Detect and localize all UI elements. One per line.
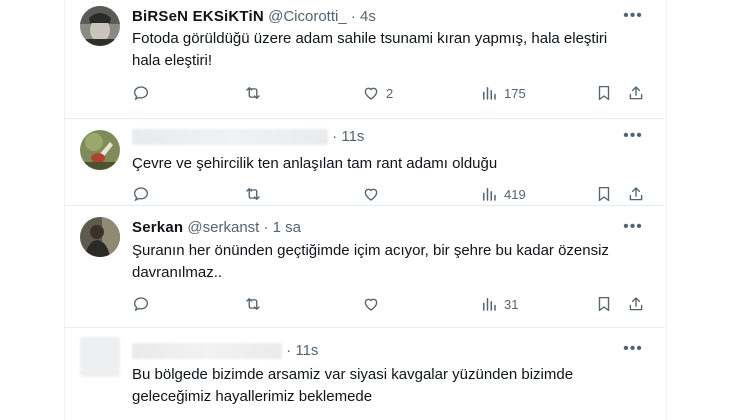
timestamp[interactable]: 11s	[295, 342, 318, 359]
view-count: 419	[504, 186, 526, 202]
views-icon	[483, 188, 496, 201]
like-icon	[364, 188, 378, 201]
reply-icon	[133, 297, 149, 312]
like-button[interactable]	[362, 294, 380, 314]
tweet-text: Çevre ve şehircilik ten anlaşılan tam ra…	[132, 153, 652, 175]
more-icon[interactable]: •••	[623, 128, 643, 152]
bookmark-button[interactable]	[595, 294, 613, 314]
tweet-text-line: Bu bölgede bizimde arsamiz var siyasi ka…	[132, 366, 574, 383]
tweet-text-line: Fotoda görüldüğü üzere adam sahile tsuna…	[132, 30, 608, 47]
timestamp[interactable]: 1 sa	[273, 219, 301, 236]
tweet-text: Şuranın her önünden geçtiğimde içim acıy…	[132, 240, 652, 284]
bookmark-icon	[598, 85, 610, 101]
tweet[interactable]: Serkan @serkanst · 1 sa ••• Şuranın her …	[64, 205, 665, 328]
separator-dot: ·	[350, 8, 356, 25]
bookmark-button[interactable]	[595, 184, 613, 204]
retweet-button[interactable]	[244, 83, 262, 103]
timestamp[interactable]: 11s	[341, 128, 364, 145]
reply-button[interactable]	[132, 294, 150, 314]
more-icon[interactable]: •••	[623, 341, 643, 365]
tweet[interactable]: BiRSeN EKSiKTiN @Cicorotti_ · 4s ••• Fot…	[64, 0, 665, 119]
tweet[interactable]: · 11s ••• Bu bölgede bizimde arsamiz var…	[64, 327, 665, 420]
retweet-icon	[246, 188, 260, 200]
like-icon	[364, 87, 378, 100]
reply-button[interactable]	[132, 83, 150, 103]
retweet-button[interactable]	[244, 294, 262, 314]
views-button[interactable]: 419	[480, 184, 526, 204]
like-button[interactable]	[362, 184, 380, 204]
tweet-header: Serkan @serkanst · 1 sa	[132, 219, 301, 236]
reply-icon	[133, 187, 149, 202]
retweet-icon	[246, 298, 260, 310]
like-icon	[364, 298, 378, 311]
display-name[interactable]: Serkan	[132, 219, 183, 236]
views-button[interactable]: 31	[480, 294, 518, 314]
view-count: 31	[504, 296, 519, 312]
reply-button[interactable]	[132, 184, 150, 204]
tweet-text-line: hala eleştiri!	[132, 52, 213, 69]
retweet-button[interactable]	[244, 184, 262, 204]
avatar[interactable]	[80, 6, 120, 46]
separator-dot: ·	[332, 128, 338, 145]
bookmark-icon	[598, 186, 610, 202]
tweet-text-line: Çevre ve şehircilik ten anlaşılan tam ra…	[132, 155, 498, 172]
username[interactable]: @serkanst	[187, 219, 259, 236]
like-button[interactable]: 2	[362, 83, 393, 103]
display-name[interactable]: BiRSeN EKSiKTiN	[132, 8, 264, 25]
tweet-header: · 11s	[132, 342, 318, 360]
views-button[interactable]: 175	[480, 83, 526, 103]
tweet-text: Bu bölgede bizimde arsamiz var siyasi ka…	[132, 364, 652, 408]
tweet-actions: 2 175	[132, 83, 652, 103]
avatar[interactable]	[80, 337, 120, 377]
tweet[interactable]: · 11s ••• Çevre ve şehircilik ten anlaşı…	[64, 118, 665, 206]
tweet-header: · 11s	[132, 128, 364, 146]
separator-dot: ·	[263, 219, 269, 236]
share-icon	[629, 86, 643, 100]
retweet-icon	[246, 87, 260, 99]
share-button[interactable]	[627, 83, 645, 103]
tweet-text-line: davranılmaz..	[132, 264, 223, 281]
bookmark-icon	[598, 296, 610, 312]
tweet-text-line: Şuranın her önünden geçtiğimde içim acıy…	[132, 242, 609, 259]
tweet-actions: 419	[132, 184, 652, 204]
blurred-author	[132, 129, 328, 146]
avatar[interactable]	[80, 130, 120, 170]
blurred-author	[132, 343, 282, 360]
reply-icon	[133, 86, 149, 101]
tweet-text-line: geleceğimiz hayallerimiz beklemede	[132, 388, 373, 405]
tweet-actions: 31	[132, 294, 652, 314]
share-button[interactable]	[627, 184, 645, 204]
share-button[interactable]	[627, 294, 645, 314]
avatar[interactable]	[80, 217, 120, 257]
bookmark-button[interactable]	[595, 83, 613, 103]
timestamp[interactable]: 4s	[360, 8, 376, 25]
views-icon	[483, 298, 496, 311]
views-icon	[483, 87, 496, 100]
share-icon	[629, 297, 643, 311]
share-icon	[629, 187, 643, 201]
like-count: 2	[386, 85, 394, 101]
view-count: 175	[504, 85, 526, 101]
separator-dot: ·	[286, 342, 292, 359]
username[interactable]: @Cicorotti_	[268, 8, 347, 25]
tweet-text: Fotoda görüldüğü üzere adam sahile tsuna…	[132, 28, 652, 72]
tweet-header: BiRSeN EKSiKTiN @Cicorotti_ · 4s	[132, 8, 376, 25]
